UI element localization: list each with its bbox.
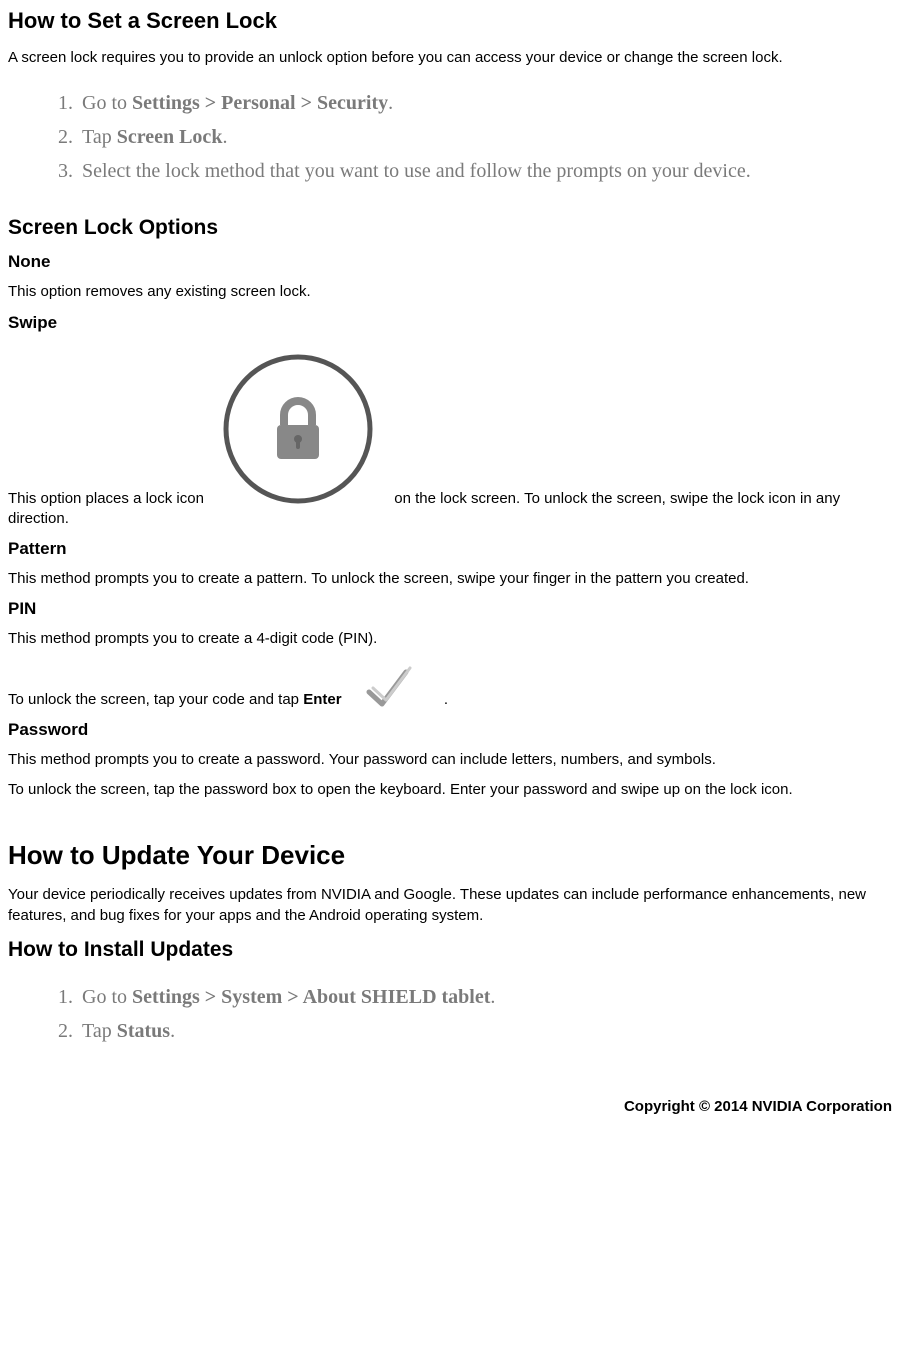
step-text: . (222, 126, 227, 148)
option-password-desc1: This method prompts you to create a pass… (8, 750, 898, 770)
update-intro: Your device periodically receives update… (8, 885, 898, 926)
copyright-footer: Copyright © 2014 NVIDIA Corporation (8, 1098, 898, 1115)
step-item: Go to Settings > Personal > Security. (78, 86, 898, 120)
lock-icon (218, 349, 378, 515)
option-none-heading: None (8, 252, 898, 272)
option-pin-heading: PIN (8, 599, 898, 619)
option-password-heading: Password (8, 720, 898, 740)
steps-list-1: Go to Settings > Personal > Security. Ta… (8, 86, 898, 188)
steps-list-2: Go to Settings > System > About SHIELD t… (8, 980, 898, 1048)
options-heading: Screen Lock Options (8, 216, 898, 240)
step-text: . (388, 92, 393, 114)
step-item: Tap Screen Lock. (78, 120, 898, 154)
checkmark-icon (354, 666, 434, 716)
step-bold: Status (117, 1020, 170, 1042)
section-title-update-device: How to Update Your Device (8, 840, 898, 871)
step-text: . (170, 1020, 175, 1042)
swipe-desc-pre: This option places a lock icon (8, 490, 204, 507)
step-bold: Screen Lock (117, 126, 223, 148)
pin-desc2-post: . (444, 691, 448, 708)
step-text: . (490, 986, 495, 1008)
step-text: Go to (82, 986, 132, 1008)
pin-desc2-bold: Enter (303, 691, 341, 708)
step-item: Select the lock method that you want to … (78, 154, 898, 188)
install-updates-heading: How to Install Updates (8, 938, 898, 962)
step-bold: Settings > Personal > Security (132, 92, 388, 114)
intro-paragraph: A screen lock requires you to provide an… (8, 48, 898, 68)
step-item: Go to Settings > System > About SHIELD t… (78, 980, 898, 1014)
step-bold: Settings > System > About SHIELD tablet (132, 986, 490, 1008)
step-text: Tap (82, 1020, 117, 1042)
option-pin-desc2: To unlock the screen, tap your code and … (8, 660, 898, 710)
option-pattern-desc: This method prompts you to create a patt… (8, 569, 898, 589)
option-pattern-heading: Pattern (8, 539, 898, 559)
section-title-set-screen-lock: How to Set a Screen Lock (8, 8, 898, 34)
option-none-desc: This option removes any existing screen … (8, 282, 898, 302)
step-item: Tap Status. (78, 1014, 898, 1048)
step-text: Select the lock method that you want to … (82, 160, 751, 182)
option-swipe-heading: Swipe (8, 313, 898, 333)
step-text: Go to (82, 92, 132, 114)
step-text: Tap (82, 126, 117, 148)
option-password-desc2: To unlock the screen, tap the password b… (8, 780, 898, 800)
option-swipe-desc: This option places a lock icon on the lo… (8, 343, 898, 530)
pin-desc2-pre: To unlock the screen, tap your code and … (8, 691, 303, 708)
option-pin-desc1: This method prompts you to create a 4-di… (8, 629, 898, 649)
